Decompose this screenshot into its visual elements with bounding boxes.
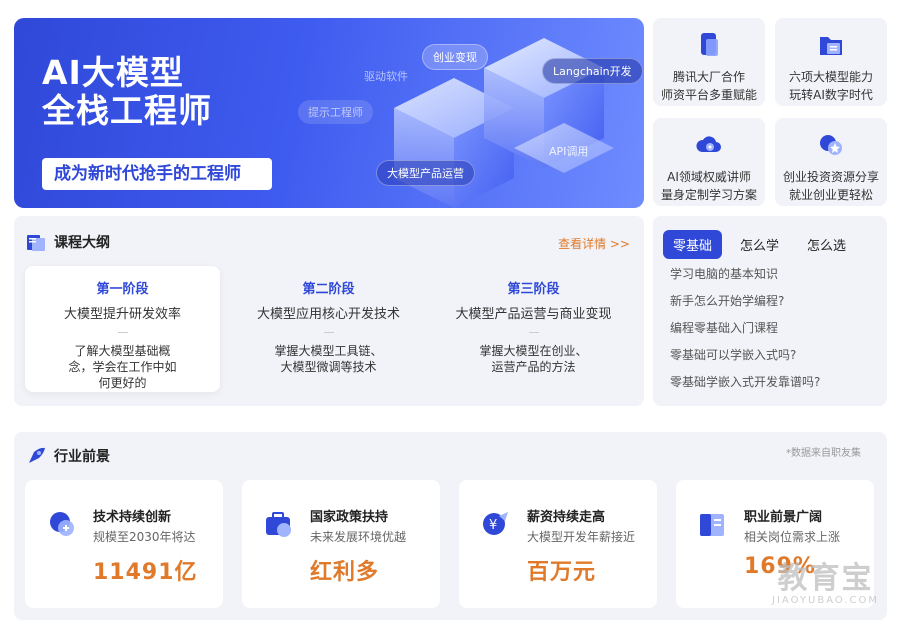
outline-title: 课程大纲 xyxy=(54,235,110,251)
card-sub: 规模至2030年将达 xyxy=(93,530,196,544)
stage-name: 第三阶段 xyxy=(507,282,560,297)
divider xyxy=(323,332,334,333)
tag-startup-monetize: 创业变现 xyxy=(422,44,488,70)
faq-item[interactable]: 编程零基础入门课程 xyxy=(670,320,820,347)
feature-line1: 创业投资资源分享 xyxy=(782,170,879,184)
data-source-note: *数据来自职友集 xyxy=(786,448,861,459)
outlook-title: 行业前景 xyxy=(54,449,110,465)
watermark-en: JIAOYUBAO.COM xyxy=(772,595,879,606)
tag-product-ops: 大模型产品运营 xyxy=(376,160,475,186)
card-sub: 未来发展环境优越 xyxy=(310,530,407,544)
card-sub: 相关岗位需求上涨 xyxy=(744,530,841,544)
hero-banner[interactable]: AI大模型 全栈工程师 成为新时代抢手的工程师 驱动软件 创业变现 Langch… xyxy=(14,18,644,208)
outlook-card-salary[interactable]: ¥ 薪资持续走高 大模型开发年薪接近 百万元 xyxy=(459,480,657,608)
faq-item[interactable]: 新手怎么开始学编程? xyxy=(670,293,820,320)
stage-card-2[interactable]: 第二阶段 大模型应用核心开发技术 掌握大模型工具链、大模型微调等技术 xyxy=(231,266,426,392)
faq-item[interactable]: 零基础可以学嵌入式吗? xyxy=(670,347,820,374)
card-title: 薪资持续走高 xyxy=(527,510,606,525)
rocket-icon xyxy=(29,447,45,463)
stage-desc: 掌握大模型在创业、运营产品的方法 xyxy=(479,344,588,374)
tag-api-call: API调用 xyxy=(549,145,589,158)
feature-line2: 就业创业更轻松 xyxy=(788,188,873,202)
tab-how-to-learn[interactable]: 怎么学 xyxy=(730,230,789,259)
feature-line2: 量身定制学习方案 xyxy=(660,188,757,202)
card-value: 11491亿 xyxy=(93,560,198,585)
outlook-card-policy[interactable]: 国家政策扶持 未来发展环境优越 红利多 xyxy=(242,480,440,608)
faq-item[interactable]: 学习电脑的基本知识 xyxy=(670,266,820,293)
bulb-icon xyxy=(50,512,74,536)
card-title: 国家政策扶持 xyxy=(310,510,389,525)
faq-item[interactable]: 零基础学嵌入式开发靠谱吗? xyxy=(670,374,820,401)
banner-title: AI大模型 全栈工程师 xyxy=(42,53,212,130)
card-value: 红利多 xyxy=(310,560,380,585)
outline-header: 课程大纲 xyxy=(26,232,110,252)
tag-langchain: Langchain开发 xyxy=(542,58,643,84)
watermark-cn: 教育宝 xyxy=(777,561,874,596)
shield-star-icon xyxy=(820,135,842,155)
divider xyxy=(117,332,128,333)
divider xyxy=(528,332,539,333)
feature-line2: 师资平台多重赋能 xyxy=(660,88,757,102)
feature-line1: 六项大模型能力 xyxy=(788,70,873,84)
feature-line1: AI领域权威讲师 xyxy=(667,170,751,184)
view-details-link[interactable]: 查看详情 >> xyxy=(558,235,630,252)
folder-icon xyxy=(820,37,842,55)
stage-goal: 大模型提升研发效率 xyxy=(63,307,181,322)
card-title: 职业前景广阔 xyxy=(744,510,823,525)
card-sub: 大模型开发年薪接近 xyxy=(527,530,636,544)
tag-drive-software: 驱动软件 xyxy=(364,70,408,83)
feature-line1: 腾讯大厂合作 xyxy=(672,70,745,84)
stage-goal: 大模型应用核心开发技术 xyxy=(256,307,400,322)
document-icon xyxy=(27,235,45,251)
grid-icon xyxy=(700,514,724,536)
outlook-header: 行业前景 xyxy=(26,446,110,466)
stage-desc: 了解大模型基础概念，学会在工作中如何更好的 xyxy=(68,344,177,390)
faq-list: 学习电脑的基本知识 新手怎么开始学编程? 编程零基础入门课程 零基础可以学嵌入式… xyxy=(670,266,820,401)
feature-card-lecturers[interactable]: AI领域权威讲师 量身定制学习方案 xyxy=(653,118,765,206)
stage-desc: 掌握大模型工具链、大模型微调等技术 xyxy=(274,344,383,374)
faq-panel: 零基础 怎么学 怎么选 学习电脑的基本知识 新手怎么开始学编程? 编程零基础入门… xyxy=(653,216,887,406)
industry-outlook: 行业前景 *数据来自职友集 技术持续创新 规模至2030年将达 11491亿 国… xyxy=(14,432,887,620)
stage-card-1[interactable]: 第一阶段 大模型提升研发效率 了解大模型基础概念，学会在工作中如何更好的 xyxy=(25,266,220,392)
cloud-gear-icon xyxy=(696,136,721,152)
money-icon: ¥ xyxy=(483,512,508,535)
outlook-card-tech[interactable]: 技术持续创新 规模至2030年将达 11491亿 xyxy=(25,480,223,608)
svg-text:¥: ¥ xyxy=(489,518,497,533)
feature-card-tencent[interactable]: 腾讯大厂合作 师资平台多重赋能 xyxy=(653,18,765,106)
feature-line2: 玩转AI数字时代 xyxy=(789,88,873,102)
stage-name: 第一阶段 xyxy=(96,282,149,297)
feature-card-six-abilities[interactable]: 六项大模型能力 玩转AI数字时代 xyxy=(775,18,887,106)
stage-card-3[interactable]: 第三阶段 大模型产品运营与商业变现 掌握大模型在创业、运营产品的方法 xyxy=(436,266,631,392)
tablet-icon xyxy=(701,33,718,56)
card-title: 技术持续创新 xyxy=(93,510,172,525)
tab-how-to-choose[interactable]: 怎么选 xyxy=(797,230,856,259)
briefcase-icon xyxy=(266,512,291,537)
stage-name: 第二阶段 xyxy=(302,282,355,297)
card-value: 百万元 xyxy=(527,560,597,585)
feature-card-investment[interactable]: 创业投资资源分享 就业创业更轻松 xyxy=(775,118,887,206)
tab-zero-basis[interactable]: 零基础 xyxy=(663,230,723,259)
watermark: 教育宝 JIAOYUBAO.COM xyxy=(772,561,879,607)
faq-tabs: 零基础 怎么学 怎么选 xyxy=(663,230,864,259)
stage-goal: 大模型产品运营与商业变现 xyxy=(455,307,612,322)
tag-prompt-engineer: 提示工程师 xyxy=(298,100,373,124)
course-outline: 课程大纲 查看详情 >> 第一阶段 大模型提升研发效率 了解大模型基础概念，学会… xyxy=(14,216,644,406)
banner-subtitle: 成为新时代抢手的工程师 xyxy=(42,158,272,190)
